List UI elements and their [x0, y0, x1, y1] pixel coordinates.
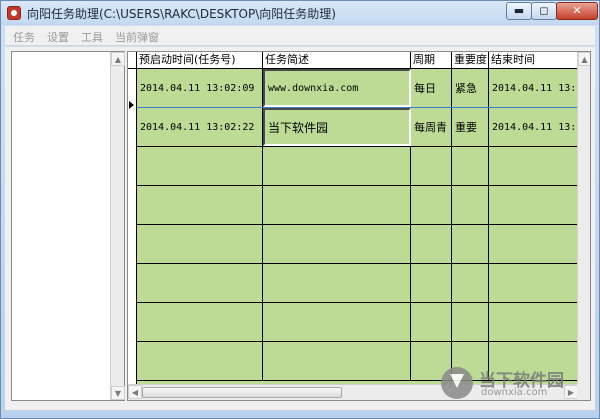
cell-empty[interactable] — [137, 303, 263, 341]
title-bar[interactable]: 向阳任务助理(C:\USERS\RAKC\DESKTOP\向阳任务助理) ▬ ◻… — [1, 1, 599, 25]
cell-importance[interactable]: 紧急 — [452, 69, 489, 107]
maximize-icon: ◻ — [539, 4, 549, 17]
maximize-button[interactable]: ◻ — [531, 2, 557, 20]
left-scroll-up-button[interactable]: ▲ — [111, 52, 125, 66]
table-row-empty[interactable] — [137, 225, 578, 264]
cell-empty[interactable] — [263, 147, 411, 185]
cell-empty[interactable] — [263, 342, 411, 380]
header-importance[interactable]: 重要度 — [452, 52, 489, 69]
menu-tools[interactable]: 工具 — [81, 29, 103, 45]
current-row-arrow-icon — [129, 101, 134, 109]
cell-empty[interactable] — [137, 342, 263, 380]
cell-empty[interactable] — [452, 225, 489, 263]
header-cycle[interactable]: 周期 — [411, 52, 452, 69]
minimize-icon: ▬ — [513, 4, 525, 17]
menu-task[interactable]: 任务 — [13, 29, 35, 45]
cell-cycle[interactable]: 每日 — [411, 69, 452, 107]
cell-empty[interactable] — [452, 264, 489, 302]
cell-empty[interactable] — [137, 186, 263, 224]
grid-header: 预启动时间(任务号) 任务简述 周期 重要度 结束时间 — [128, 52, 578, 69]
header-end-time[interactable]: 结束时间 — [489, 52, 578, 69]
cell-empty[interactable] — [263, 225, 411, 263]
grid-horizontal-scroll-thumb[interactable] — [142, 387, 342, 398]
cell-empty[interactable] — [263, 303, 411, 341]
cell-empty[interactable] — [411, 264, 452, 302]
table-row-empty[interactable] — [137, 303, 578, 342]
grid-scroll-left-button[interactable]: ◀ — [128, 385, 142, 399]
window-title: 向阳任务助理(C:\USERS\RAKC\DESKTOP\向阳任务助理) — [27, 7, 336, 21]
cell-empty[interactable] — [452, 147, 489, 185]
task-grid[interactable]: 预启动时间(任务号) 任务简述 周期 重要度 结束时间 2014.04.11 1… — [127, 51, 591, 401]
left-vertical-scrollbar[interactable]: ▲ ▼ — [110, 52, 125, 400]
menu-settings[interactable]: 设置 — [47, 29, 69, 45]
cell-empty[interactable] — [489, 303, 578, 341]
menu-current-popup[interactable]: 当前弹窗 — [115, 29, 159, 45]
cell-empty[interactable] — [489, 264, 578, 302]
left-scroll-down-button[interactable]: ▼ — [111, 386, 125, 400]
cell-start-time[interactable]: 2014.04.11 13:02:09 — [137, 69, 263, 107]
header-start-time[interactable]: 预启动时间(任务号) — [137, 52, 263, 69]
cell-empty[interactable] — [452, 186, 489, 224]
cell-empty[interactable] — [411, 225, 452, 263]
cell-empty[interactable] — [489, 225, 578, 263]
minimize-button[interactable]: ▬ — [506, 2, 532, 20]
cell-empty[interactable] — [489, 186, 578, 224]
cell-summary[interactable]: 当下软件园 — [263, 108, 411, 146]
watermark-logo: 当下软件园 downxia.com — [437, 363, 597, 403]
cell-empty[interactable] — [137, 225, 263, 263]
grid-scroll-up-button[interactable]: ▲ — [578, 52, 590, 66]
cell-cycle[interactable]: 每周青 — [411, 108, 452, 146]
table-row-empty[interactable] — [137, 147, 578, 186]
table-row[interactable]: 2014.04.11 13:02:22 当下软件园 每周青 重要 2014.04… — [137, 108, 578, 147]
cell-empty[interactable] — [137, 147, 263, 185]
chevron-up-icon: ▲ — [581, 55, 588, 64]
cell-summary[interactable]: www.downxia.com — [263, 69, 411, 107]
cell-end-time[interactable]: 2014.04.11 13:02 — [489, 69, 578, 107]
cell-empty[interactable] — [489, 147, 578, 185]
grid-body: 2014.04.11 13:02:09 www.downxia.com 每日 紧… — [137, 69, 578, 384]
close-icon: ✕ — [572, 4, 582, 17]
chevron-down-icon: ▼ — [114, 389, 122, 398]
grid-vertical-scrollbar[interactable]: ▲ — [577, 52, 590, 384]
cell-empty[interactable] — [137, 264, 263, 302]
app-icon — [7, 6, 21, 20]
chevron-up-icon: ▲ — [114, 55, 122, 64]
cell-empty[interactable] — [411, 303, 452, 341]
download-arrow-icon — [441, 367, 473, 399]
chevron-left-icon: ◀ — [131, 388, 139, 397]
table-row-empty[interactable] — [137, 264, 578, 303]
table-row[interactable]: 2014.04.11 13:02:09 www.downxia.com 每日 紧… — [137, 69, 578, 108]
cell-end-time[interactable]: 2014.04.11 13:02 — [489, 108, 578, 146]
row-indicator-column — [128, 69, 137, 384]
cell-empty[interactable] — [411, 186, 452, 224]
header-indicator — [128, 52, 137, 69]
close-button[interactable]: ✕ — [556, 2, 598, 20]
cell-empty[interactable] — [263, 186, 411, 224]
cell-empty[interactable] — [452, 303, 489, 341]
header-summary[interactable]: 任务简述 — [263, 52, 411, 69]
task-list-panel[interactable]: ▲ ▼ — [11, 51, 125, 401]
cell-start-time[interactable]: 2014.04.11 13:02:22 — [137, 108, 263, 146]
table-row-empty[interactable] — [137, 186, 578, 225]
menu-bar: 任务 设置 工具 当前弹窗 — [5, 26, 595, 46]
cell-importance[interactable]: 重要 — [452, 108, 489, 146]
client-area: ▲ ▼ 预启动时间(任务号) 任务简述 周期 重要度 结束时间 2014.04.… — [5, 47, 595, 410]
watermark-url: downxia.com — [481, 387, 548, 398]
cell-empty[interactable] — [411, 147, 452, 185]
app-window: 向阳任务助理(C:\USERS\RAKC\DESKTOP\向阳任务助理) ▬ ◻… — [0, 0, 600, 419]
cell-empty[interactable] — [263, 264, 411, 302]
